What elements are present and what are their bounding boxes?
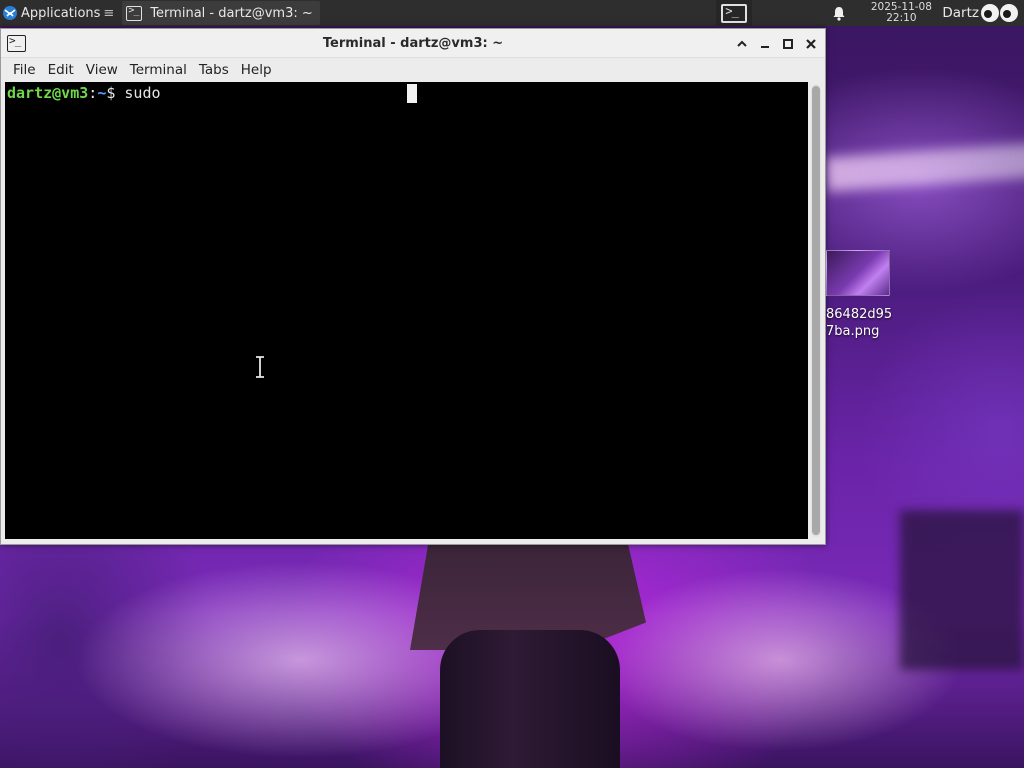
minimize-button[interactable] bbox=[756, 35, 773, 52]
maximize-icon bbox=[782, 38, 793, 49]
top-panel: Applications ≡ Terminal - dartz@vm3: ~ 2… bbox=[0, 0, 1024, 26]
maximize-button[interactable] bbox=[779, 35, 796, 52]
wallpaper-shelf bbox=[900, 510, 1024, 670]
menu-file[interactable]: File bbox=[7, 59, 42, 81]
clock-time: 22:10 bbox=[886, 12, 917, 24]
menu-help[interactable]: Help bbox=[235, 59, 278, 81]
menu-edit[interactable]: Edit bbox=[42, 59, 80, 81]
close-icon bbox=[805, 38, 816, 49]
terminal-output[interactable]: dartz@vm3:~$ sudo bbox=[5, 82, 808, 539]
close-button[interactable] bbox=[802, 35, 819, 52]
xfce-logo-icon bbox=[3, 6, 17, 20]
applications-separator: ≡ bbox=[103, 5, 115, 21]
prompt-user-host: dartz@vm3 bbox=[7, 84, 89, 102]
wallpaper-figure-legs bbox=[440, 630, 620, 768]
window-title: Terminal - dartz@vm3: ~ bbox=[322, 35, 504, 51]
eyes-icon bbox=[981, 4, 1018, 22]
prompt-path: ~ bbox=[97, 84, 107, 102]
taskbar-terminal-button[interactable]: Terminal - dartz@vm3: ~ bbox=[122, 1, 321, 25]
menu-terminal[interactable]: Terminal bbox=[124, 59, 193, 81]
ibeam-cursor-icon bbox=[256, 356, 264, 378]
typed-command: sudo bbox=[124, 84, 161, 102]
menu-view[interactable]: View bbox=[80, 59, 124, 81]
window-controls bbox=[733, 29, 819, 58]
terminal-scrollbar[interactable] bbox=[811, 84, 821, 537]
desktop-file-label: 86482d95 7ba.png bbox=[826, 306, 936, 340]
prompt-symbol: $ bbox=[106, 84, 125, 102]
wallpaper-light-strip bbox=[825, 142, 1024, 192]
minimize-icon bbox=[760, 45, 769, 48]
file-label-line2: 7ba.png bbox=[826, 324, 880, 339]
terminal-launcher-button[interactable] bbox=[716, 0, 753, 26]
text-cursor bbox=[407, 84, 417, 103]
desktop-file-icon[interactable]: 86482d95 7ba.png bbox=[826, 250, 936, 340]
terminal-icon bbox=[126, 5, 143, 21]
terminal-icon[interactable] bbox=[7, 34, 26, 52]
notifications-button[interactable] bbox=[826, 6, 852, 21]
applications-menu-button[interactable]: Applications ≡ bbox=[0, 0, 120, 26]
taskbar-terminal-label: Terminal - dartz@vm3: ~ bbox=[150, 5, 313, 21]
panel-clock[interactable]: 2025-11-08 22:10 bbox=[866, 2, 936, 24]
shade-icon bbox=[736, 40, 747, 47]
terminal-window: Terminal - dartz@vm3: ~ bbox=[0, 28, 826, 545]
prompt-line: dartz@vm3:~$ sudo bbox=[7, 84, 161, 102]
bell-icon bbox=[833, 6, 845, 21]
applications-label: Applications bbox=[21, 5, 101, 21]
prompt-separator: : bbox=[88, 84, 98, 102]
shade-button[interactable] bbox=[733, 35, 750, 52]
user-name[interactable]: Dartz bbox=[942, 5, 979, 21]
terminal-icon bbox=[721, 3, 748, 23]
menubar: File Edit View Terminal Tabs Help bbox=[1, 58, 825, 82]
window-titlebar[interactable]: Terminal - dartz@vm3: ~ bbox=[1, 29, 825, 58]
scrollbar-thumb[interactable] bbox=[812, 86, 820, 535]
menu-tabs[interactable]: Tabs bbox=[193, 59, 235, 81]
file-label-line1: 86482d95 bbox=[826, 307, 893, 322]
eye-right bbox=[1000, 4, 1018, 22]
image-thumbnail bbox=[826, 250, 890, 296]
eye-left bbox=[981, 4, 999, 22]
